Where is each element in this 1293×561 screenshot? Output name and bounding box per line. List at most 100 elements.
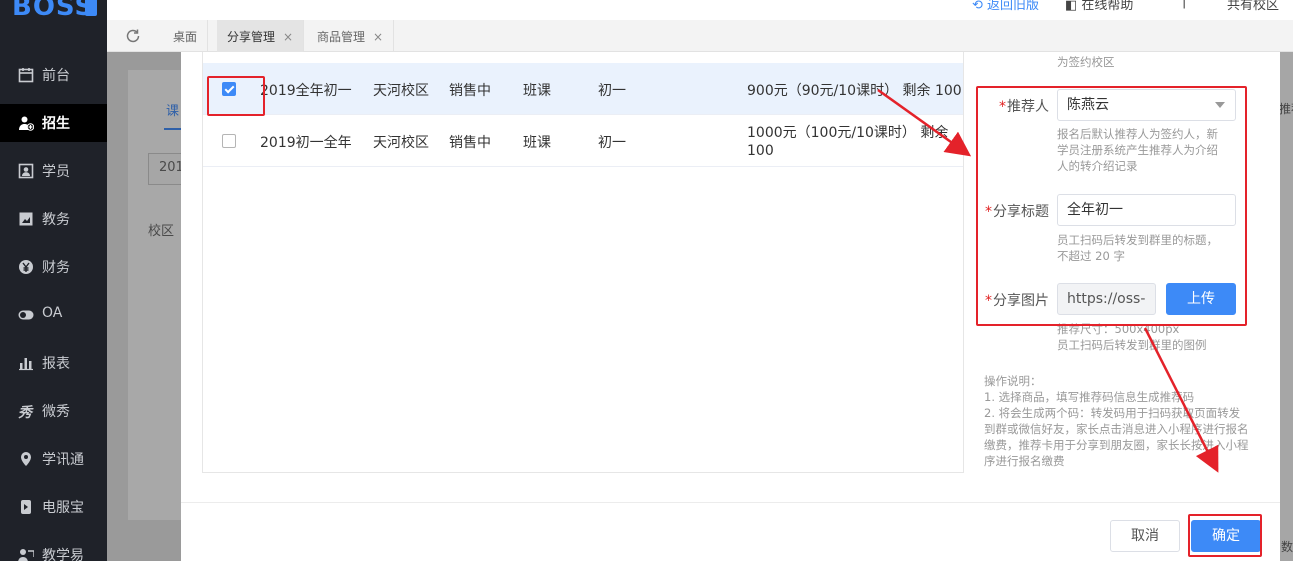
share-image-url-input[interactable]: https://oss- (1057, 283, 1156, 315)
share-image-label-text: 分享图片 (993, 293, 1049, 309)
hint-line: 报名后默认推荐人为签约人，新 (1057, 127, 1218, 141)
product-name: 2019全年初一 (260, 83, 352, 99)
referrer-label-text: 推荐人 (1007, 99, 1049, 115)
background-panel (128, 70, 188, 520)
profile-icon (18, 163, 34, 179)
referrer-select[interactable]: 陈燕云 (1057, 89, 1236, 121)
campus-switcher[interactable]: 共有校区 (1227, 0, 1279, 13)
weixiu-icon: 秀 (18, 404, 34, 419)
upload-button[interactable]: 上传 (1166, 283, 1236, 315)
teach-icon (18, 549, 34, 561)
tab-label: 商品管理 (317, 30, 366, 44)
background-tab-underline (164, 128, 182, 130)
sidebar-item-label: 教学易 (42, 548, 84, 561)
sidebar-item-label: 招生 (42, 116, 70, 132)
sidebar-item-label: 教务 (42, 212, 70, 228)
share-title-label-text: 分享标题 (993, 204, 1049, 220)
tab-bar: 桌面 分享管理 × 商品管理 × (107, 20, 1293, 52)
return-old-label: 返回旧版 (987, 0, 1040, 13)
instructions: 操作说明： 1. 选择商品，填写推荐码信息生成推荐码 2. 将会生成两个码：转发… (984, 373, 1269, 469)
background-column-fragment: 校区 (148, 224, 175, 239)
share-dialog: 2019全年初一 天河校区 销售中 班课 初一 900元（90元/10课时） 剩… (181, 52, 1280, 561)
confirm-button[interactable]: 确定 (1191, 520, 1261, 552)
tab-desktop[interactable]: 桌面 (163, 20, 209, 52)
yen-icon (19, 260, 33, 274)
table-row[interactable]: 2019初一全年 天河校区 销售中 班课 初一 1000元（100元/10课时）… (203, 115, 963, 167)
product-type: 班课 (523, 135, 551, 151)
share-title-input[interactable]: 全年初一 (1057, 194, 1236, 226)
hint-line: 不超过 20 字 (1057, 249, 1125, 263)
row-checkbox[interactable] (222, 134, 236, 148)
footer-divider (181, 502, 1280, 503)
campus-hint: 为签约校区 (1057, 55, 1115, 69)
sidebar-item-dianfubao[interactable]: 电服宝 (0, 488, 107, 526)
close-icon[interactable]: × (373, 30, 383, 44)
divider-glyph: | (1182, 0, 1187, 9)
instructions-line: 2. 将会生成两个码：转发码用于扫码获取页面转发 (984, 406, 1241, 420)
tab-share-management[interactable]: 分享管理 × (217, 20, 305, 52)
instructions-line: 序进行报名缴费 (984, 454, 1065, 468)
required-mark: * (985, 204, 992, 220)
help-icon: ◧ (1065, 0, 1082, 13)
sidebar-item-frontdesk[interactable]: 前台 (0, 56, 107, 94)
sidebar-item-label: 微秀 (42, 404, 70, 420)
sidebar-item-label: 前台 (42, 68, 70, 84)
referrer-value: 陈燕云 (1067, 97, 1109, 113)
sidebar-item-jiaoxueyi[interactable]: 教学易 (0, 536, 107, 561)
share-title-label: *分享标题 (985, 201, 1049, 221)
bar-chart-icon (19, 358, 33, 371)
hint-line: 员工扫码后转发到群里的标题， (1057, 233, 1218, 247)
online-help-link[interactable]: ◧ 在线帮助 (1065, 0, 1133, 13)
background-bottom-right-fragment: 数 (1281, 540, 1293, 554)
sidebar-item-xuexuntong[interactable]: 学讯通 (0, 440, 107, 478)
background-tab-fragment: 课 (166, 104, 180, 119)
return-old-version-link[interactable]: ⟲ 返回旧版 (972, 0, 1039, 13)
tab-label: 分享管理 (227, 30, 276, 44)
svg-text:秀: 秀 (18, 404, 34, 419)
logo: BOSS (0, 0, 107, 40)
top-bar: ⟲ 返回旧版 ◧ 在线帮助 | 共有校区 (107, 0, 1293, 20)
referrer-label: *推荐人 (999, 96, 1049, 116)
product-grade: 初一 (598, 135, 626, 151)
product-list: 2019全年初一 天河校区 销售中 班课 初一 900元（90元/10课时） 剩… (202, 52, 964, 473)
product-campus: 天河校区 (373, 135, 429, 151)
share-title-value: 全年初一 (1067, 202, 1123, 218)
product-price-line2: 100 (747, 143, 774, 159)
sidebar-item-weixiu[interactable]: 秀 微秀 (0, 392, 107, 430)
required-mark: * (999, 99, 1006, 115)
cancel-button[interactable]: 取消 (1110, 520, 1180, 552)
hint-line: 学员注册系统产生推荐人为介绍 (1057, 143, 1218, 157)
hint-line: 人的转介绍记录 (1057, 159, 1138, 173)
instructions-line: 缴费，推荐卡用于分享到朋友圈，家长长按进入小程 (984, 438, 1249, 452)
table-row[interactable]: 2019全年初一 天河校区 销售中 班课 初一 900元（90元/10课时） 剩… (203, 63, 963, 115)
row-checkbox[interactable] (222, 82, 236, 96)
product-campus: 天河校区 (373, 83, 429, 99)
close-icon[interactable]: × (283, 30, 293, 44)
sidebar-item-label: 财务 (42, 260, 70, 276)
sidebar-item-oa[interactable]: OA (0, 296, 107, 334)
return-icon: ⟲ (972, 0, 988, 13)
product-price-line1: 1000元（100元/10课时） 剩余 (747, 125, 949, 141)
instructions-line: 操作说明： (984, 374, 1042, 388)
sidebar-item-academic[interactable]: 教务 (0, 200, 107, 238)
share-image-label: *分享图片 (985, 290, 1049, 310)
product-type: 班课 (523, 83, 551, 99)
instructions-line: 到群或微信好友，家长点击消息进入小程序进行报名 (984, 422, 1249, 436)
sidebar-item-label: 学员 (42, 164, 70, 180)
tab-product-management[interactable]: 商品管理 × (307, 20, 395, 52)
product-status: 销售中 (449, 135, 491, 151)
logo-badge (85, 0, 97, 16)
sidebar-item-reports[interactable]: 报表 (0, 344, 107, 382)
sidebar-item-enrollment[interactable]: 招生 (0, 104, 107, 142)
sidebar-item-label: 学讯通 (42, 452, 84, 468)
sidebar: BOSS 前台 招生 学员 教务 财务 OA 报表 秀 微秀 学讯通 电服宝 教… (0, 0, 107, 561)
book-icon (19, 212, 33, 226)
background-right-fragment: 推荐 (1279, 102, 1293, 116)
phone-icon (21, 500, 31, 514)
add-user-icon (19, 116, 34, 131)
sidebar-item-finance[interactable]: 财务 (0, 248, 107, 286)
refresh-icon[interactable] (125, 28, 141, 44)
share-image-hint: 推荐尺寸：500x400px 员工扫码后转发到群里的图例 (1057, 321, 1257, 353)
logo-text: BOSS (12, 0, 95, 22)
sidebar-item-students[interactable]: 学员 (0, 152, 107, 190)
